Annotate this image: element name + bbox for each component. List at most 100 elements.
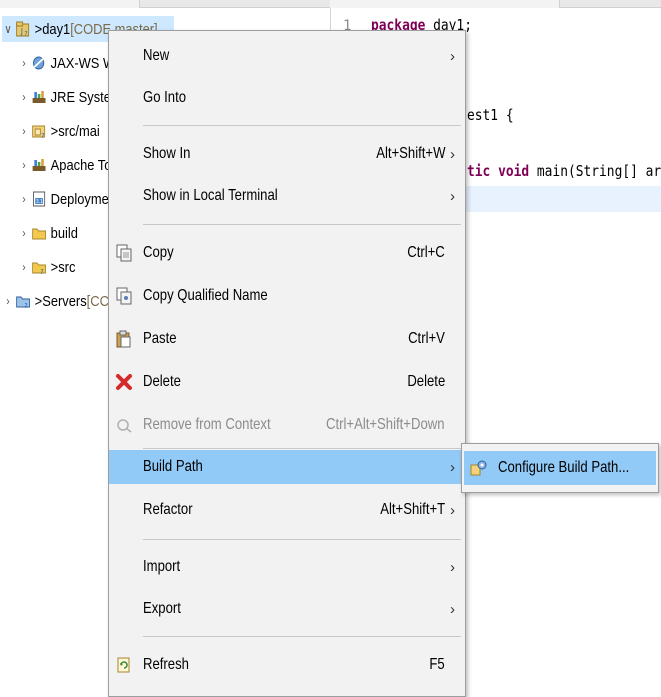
svg-text:?: ? [24, 30, 27, 37]
tree-label: JRE Syster [50, 88, 116, 106]
menu-label: Refresh [143, 656, 189, 673]
editor-tab[interactable] [330, 0, 560, 8]
svg-text:3.1: 3.1 [36, 199, 43, 205]
git-folder-icon: ? [32, 259, 47, 275]
submenu-arrow-icon: › [450, 558, 455, 576]
expand-icon[interactable]: › [18, 158, 30, 172]
tree-item-deployment-descriptor[interactable]: › 3.1 Deployme [18, 186, 109, 212]
menu-item-copy[interactable]: Copy Ctrl+C [109, 236, 465, 270]
menu-item-copy-qualified-name[interactable]: Copy Qualified Name [109, 279, 465, 313]
tree-label: build [50, 224, 78, 242]
tree-item-servers[interactable]: › ? > Servers [CC [2, 288, 109, 314]
menu-shortcut: Ctrl+C [407, 244, 445, 261]
menu-label: Copy Qualified Name [143, 287, 268, 304]
delete-icon [113, 371, 135, 393]
tree-item-src[interactable]: › ? > src [18, 254, 75, 280]
jaxws-web-services-icon [32, 55, 47, 71]
remove-from-context-icon [113, 414, 135, 436]
expand-icon[interactable]: ∨ [2, 22, 14, 36]
submenu-arrow-icon: › [450, 47, 455, 65]
menu-separator [143, 636, 461, 637]
menu-label: Refactor [143, 501, 193, 518]
tree-label: Deployme [50, 190, 109, 208]
code-keyword: tic void [467, 162, 530, 180]
menu-label: Configure Build Path... [498, 459, 630, 476]
submenu-arrow-icon: › [450, 600, 455, 618]
build-path-submenu: Configure Build Path... [461, 443, 659, 493]
tree-item-build[interactable]: › build [18, 220, 78, 246]
tree-suffix: [CC [86, 292, 109, 310]
menu-item-import[interactable]: Import › [109, 550, 465, 584]
view-tab[interactable] [0, 0, 140, 8]
tree-prefix: > [34, 292, 43, 310]
menu-item-export[interactable]: Export › [109, 592, 465, 626]
menu-label: Import [143, 558, 181, 575]
top-tab-strip [0, 0, 661, 8]
copy-qualified-name-icon [113, 285, 135, 307]
expand-icon[interactable]: › [2, 294, 14, 308]
expand-icon[interactable]: › [18, 192, 30, 206]
menu-item-refactor[interactable]: Refactor Alt+Shift+T › [109, 493, 465, 527]
expand-icon[interactable]: › [18, 124, 30, 138]
menu-shortcut: Delete [407, 373, 445, 390]
menu-label: Copy [143, 244, 174, 261]
tree-item-jaxws[interactable]: › JAX-WS W [18, 50, 115, 76]
java-project-icon: J? [16, 21, 31, 37]
tree-label: src/mai [58, 122, 100, 140]
menu-item-delete[interactable]: Delete Delete [109, 365, 465, 399]
menu-item-new[interactable]: New › [109, 39, 465, 73]
menu-label: Paste [143, 330, 177, 347]
menu-shortcut: Ctrl+V [408, 330, 445, 347]
library-icon [32, 89, 47, 105]
expand-icon[interactable]: › [18, 56, 30, 70]
tree-label: Servers [42, 292, 87, 310]
menu-label: Remove from Context [143, 416, 271, 433]
expand-icon[interactable]: › [18, 90, 30, 104]
code-line-class: est1 { [467, 106, 514, 124]
menu-item-remove-from-context: Remove from Context Ctrl+Alt+Shift+Down [109, 408, 465, 442]
code-text: est1 { [467, 106, 514, 124]
menu-label: New [143, 47, 170, 64]
menu-item-refresh[interactable]: Refresh F5 [109, 648, 465, 682]
deployment-descriptor-icon: 3.1 [32, 191, 47, 207]
menu-separator [143, 125, 461, 126]
menu-item-show-in[interactable]: Show In Alt+Shift+W › [109, 137, 465, 171]
submenu-arrow-icon: › [450, 187, 455, 205]
menu-separator [143, 224, 461, 225]
svg-text:J: J [20, 26, 23, 36]
tree-label: JAX-WS W [50, 54, 116, 72]
source-folder-icon: ? [32, 123, 47, 139]
git-project-icon: ? [16, 293, 31, 309]
menu-label: Build Path [143, 458, 203, 475]
menu-shortcut: Alt+Shift+T [380, 501, 445, 518]
menu-item-configure-build-path[interactable]: Configure Build Path... [464, 451, 656, 485]
menu-shortcut: F5 [429, 656, 445, 673]
submenu-arrow-icon: › [450, 501, 455, 519]
tree-prefix: > [34, 20, 43, 38]
svg-text:?: ? [41, 132, 44, 139]
menu-separator [143, 539, 461, 540]
library-icon [32, 157, 47, 173]
svg-text:?: ? [40, 268, 43, 275]
tree-item-jre-system-library[interactable]: › JRE Syster [18, 84, 115, 110]
folder-icon [32, 225, 47, 241]
expand-icon[interactable]: › [18, 260, 30, 274]
menu-shortcut: Alt+Shift+W [375, 145, 445, 162]
tree-label: day1 [42, 20, 71, 38]
menu-shortcut: Ctrl+Alt+Shift+Down [326, 416, 445, 433]
tree-label: Apache To [50, 156, 112, 174]
tree-prefix: > [50, 122, 59, 140]
menu-item-build-path[interactable]: Build Path › [109, 450, 465, 484]
expand-icon[interactable]: › [18, 226, 30, 240]
tree-item-apache-tomcat[interactable]: › Apache To [18, 152, 111, 178]
submenu-arrow-icon: › [450, 458, 455, 476]
menu-item-go-into[interactable]: Go Into [109, 81, 465, 115]
menu-item-show-in-local-terminal[interactable]: Show in Local Terminal › [109, 179, 465, 213]
tree-item-src-main[interactable]: › ? > src/mai [18, 118, 100, 144]
current-line-highlight [439, 186, 661, 212]
code-line-main: tic void main(String[] args) [467, 162, 661, 180]
menu-label: Go Into [143, 89, 187, 106]
submenu-arrow-icon: › [450, 145, 455, 163]
configure-build-path-icon [468, 457, 490, 479]
menu-item-paste[interactable]: Paste Ctrl+V [109, 322, 465, 356]
